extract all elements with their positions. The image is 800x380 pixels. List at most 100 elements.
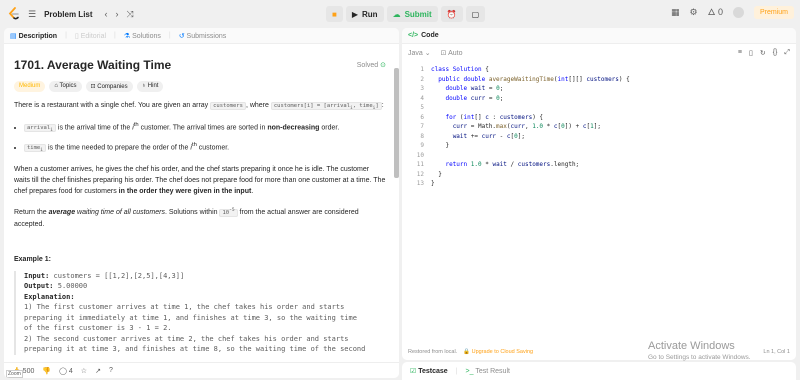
- cursor-position: Ln 1, Col 1: [763, 349, 790, 355]
- upgrade-link[interactable]: 🔒 Upgrade to Cloud Saving: [463, 349, 533, 355]
- code-brackets-icon: </>: [408, 32, 419, 39]
- input-label: Input:: [24, 271, 50, 280]
- submit-button[interactable]: ☁ Submit: [386, 6, 438, 22]
- tab-submissions[interactable]: ↺ Submissions: [179, 32, 227, 40]
- chevron-right-icon[interactable]: ›: [116, 9, 119, 19]
- text: is the time needed to prepare the order …: [46, 143, 191, 151]
- checkbox-icon: ☑: [410, 368, 417, 375]
- comments-count: 4: [68, 367, 73, 375]
- tab-description[interactable]: ▤ Description: [10, 32, 57, 40]
- topics-chip[interactable]: ⌂ Topics: [49, 81, 82, 92]
- chevron-left-icon[interactable]: ‹: [105, 9, 108, 19]
- tab-editorial[interactable]: ▯ Editorial: [75, 32, 106, 40]
- code-text: time: [27, 144, 41, 151]
- text: .: [251, 187, 254, 195]
- share-button[interactable]: ↗: [95, 367, 101, 375]
- leetcode-logo[interactable]: [8, 7, 20, 21]
- flask-icon: ⚗: [123, 32, 131, 40]
- subscript: i: [40, 147, 44, 153]
- gear-icon[interactable]: ⚙: [690, 8, 698, 17]
- code-line: return 1.0 * wait / customers.length;: [445, 161, 580, 168]
- bug-icon: ■: [332, 9, 337, 19]
- star-icon: ☆: [80, 367, 88, 375]
- text: , where: [245, 102, 271, 109]
- left-tabs: ▤ Description | ▯ Editorial | ⚗ Solution…: [4, 28, 399, 44]
- avatar[interactable]: [732, 7, 744, 18]
- language-select[interactable]: Java ⌄: [408, 49, 431, 57]
- check-circle-icon: ⊙: [380, 62, 386, 69]
- description-paragraph-3: Return the average waiting time of all c…: [14, 205, 386, 230]
- favorite-button[interactable]: ☆: [81, 367, 87, 375]
- difficulty-badge[interactable]: Medium: [14, 81, 46, 92]
- submit-label: Submit: [404, 9, 432, 19]
- comment-icon: ◯: [59, 367, 67, 375]
- code-line: curr = Math.max(curr, 1.0 * c[0]) + c[1]…: [452, 123, 601, 130]
- bold-text: in the order they were given in the inpu…: [118, 187, 252, 195]
- premium-button[interactable]: Premium: [753, 6, 794, 19]
- tab-solutions[interactable]: ⚗ Solutions: [124, 32, 161, 40]
- inline-code: 10-5: [219, 208, 238, 217]
- code-brackets-icon[interactable]: {}: [773, 49, 778, 57]
- description-panel: ▤ Description | ▯ Editorial | ⚗ Solution…: [4, 28, 399, 378]
- alarm-clock-icon: ⏰: [446, 9, 457, 19]
- auto-mode[interactable]: ⊡ Auto: [441, 49, 463, 57]
- dislike-button[interactable]: 👎: [42, 367, 51, 375]
- reset-code-icon[interactable]: ↻: [760, 49, 766, 57]
- code-tab-label[interactable]: Code: [421, 32, 439, 39]
- streak-counter[interactable]: 🜂 0: [708, 8, 723, 17]
- saved-status: Restored from local.: [408, 349, 458, 355]
- likes-count: 500: [22, 367, 35, 375]
- terminal-icon: >_: [465, 367, 474, 375]
- zoom-badge: Zoom: [6, 370, 23, 378]
- text: customer. The arrival times are sorted i…: [138, 124, 268, 132]
- explanation-line: preparing it at time 3, and finishes at …: [24, 345, 366, 354]
- share-icon: ↗: [95, 367, 101, 375]
- code-text: customers[i] = [arrival: [273, 103, 351, 109]
- tab-solutions-label: Solutions: [132, 32, 161, 40]
- run-button[interactable]: ▶ Run: [345, 6, 384, 22]
- code-line: }: [431, 170, 442, 178]
- code-line: class Solution {: [431, 66, 489, 73]
- play-icon: ▶: [351, 9, 358, 19]
- help-button[interactable]: ?: [109, 367, 113, 374]
- line-number: 5: [420, 104, 424, 111]
- code-editor[interactable]: 1 2 3 4 5 6 7 8 9 10 11 12 13 class Solu…: [402, 66, 796, 336]
- shuffle-icon[interactable]: ⤨: [127, 9, 134, 19]
- note-icon: ▢: [471, 9, 480, 19]
- timer-button[interactable]: ⏰: [440, 6, 463, 22]
- bookmark-icon[interactable]: ▯: [749, 49, 753, 57]
- streak-count: 0: [717, 7, 723, 17]
- text: :: [381, 102, 384, 109]
- code-line: double curr = 0;: [445, 94, 504, 102]
- tab-test-result[interactable]: >_ Test Result: [466, 368, 510, 375]
- tab-testcase[interactable]: ☑ Testcase: [410, 367, 448, 375]
- code-header: </> Code: [402, 28, 796, 44]
- example-title: Example 1:: [14, 255, 51, 263]
- problem-content: 1701. Average Waiting Time Solved ⊙ Medi…: [14, 46, 386, 364]
- chevron-down-icon: ⌄: [424, 50, 431, 57]
- divider: |: [114, 32, 116, 39]
- scrollbar[interactable]: [394, 68, 399, 178]
- layout-grid-icon[interactable]: ▦: [671, 8, 680, 17]
- watermark-title: Activate Windows: [648, 340, 735, 352]
- hint-chip[interactable]: ♁ Hint: [136, 81, 164, 92]
- code-text: arrival: [27, 125, 51, 132]
- comments-button[interactable]: ◯ 4: [59, 367, 73, 375]
- format-icon[interactable]: ≡: [738, 49, 742, 57]
- fullscreen-icon[interactable]: ⤢: [784, 49, 790, 57]
- explanation-line: 1) The first customer arrives at time 1,…: [24, 303, 345, 312]
- inline-code: customers: [210, 102, 246, 110]
- code-line: }: [431, 180, 435, 187]
- debug-button[interactable]: ■: [326, 6, 343, 22]
- top-bar: ☰ Problem List ‹ › ⤨ ■ ▶ Run ☁ Submit ⏰ …: [0, 0, 800, 28]
- notes-button[interactable]: ▢: [465, 6, 486, 22]
- line-number: 2: [420, 75, 424, 83]
- list-icon[interactable]: ☰: [28, 9, 36, 19]
- problem-list-link[interactable]: Problem List: [44, 10, 92, 19]
- solved-label: Solved: [356, 62, 379, 69]
- test-tabs: ☑ Testcase | >_ Test Result: [402, 362, 796, 380]
- text: customer.: [196, 143, 230, 151]
- tag-chips: Medium ⌂ Topics ⊡ Companies ♁ Hint: [14, 81, 386, 92]
- line-number: 6: [420, 113, 424, 121]
- companies-chip[interactable]: ⊡ Companies: [85, 81, 133, 92]
